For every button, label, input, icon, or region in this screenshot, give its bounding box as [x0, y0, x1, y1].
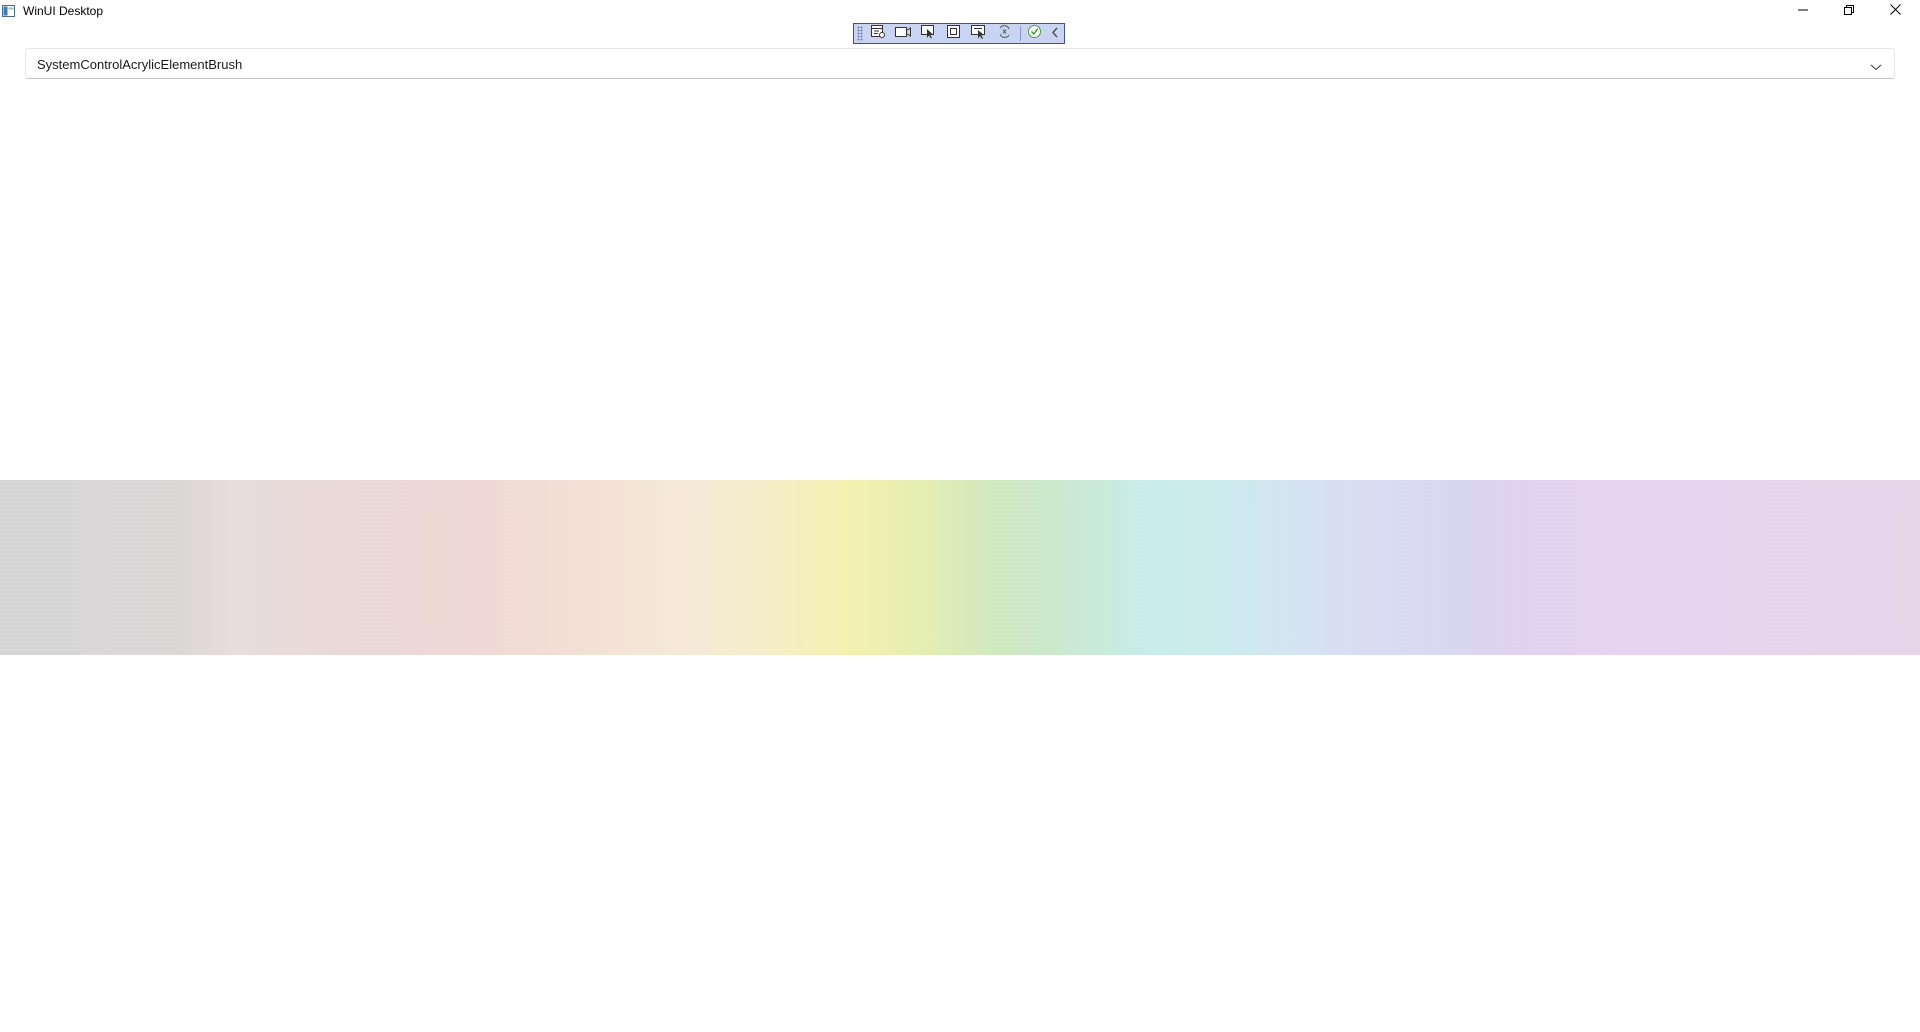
video-camera-icon	[894, 25, 912, 43]
track-focused-element-icon	[970, 24, 987, 44]
xaml-debug-toolbar	[853, 23, 1065, 44]
minimize-button[interactable]	[1780, 0, 1826, 22]
hot-reload-button[interactable]	[993, 24, 1016, 43]
check-accessibility-icon	[1027, 24, 1042, 44]
restore-icon	[1844, 2, 1854, 20]
title-bar[interactable]: WinUI Desktop	[0, 0, 1920, 22]
display-layout-adorners-button[interactable]	[942, 24, 965, 43]
combobox-selected-value: SystemControlAcrylicElementBrush	[37, 57, 243, 72]
collapse-chevron-icon	[1051, 25, 1059, 43]
acrylic-noise-texture	[0, 480, 1920, 655]
restore-button[interactable]	[1826, 0, 1872, 22]
toolbar-grip[interactable]	[857, 26, 863, 41]
close-icon	[1889, 2, 1901, 20]
track-focused-element-button[interactable]	[967, 24, 990, 43]
app-window-icon	[2, 4, 15, 17]
display-layout-adorners-icon	[946, 24, 961, 44]
chevron-down-icon	[1870, 59, 1882, 71]
select-element-icon	[920, 24, 936, 44]
close-button[interactable]	[1872, 0, 1918, 22]
go-to-live-visual-tree-button[interactable]	[866, 24, 889, 43]
check-accessibility-button[interactable]	[1023, 24, 1046, 43]
select-element-button[interactable]	[917, 24, 940, 43]
collapse-toolbar-button[interactable]	[1048, 24, 1062, 43]
go-to-live-visual-tree-icon	[870, 24, 886, 44]
record-button[interactable]	[891, 24, 914, 43]
toolbar-separator	[1020, 26, 1021, 41]
window-title: WinUI Desktop	[23, 4, 104, 18]
acrylic-brush-preview	[0, 480, 1920, 655]
minimize-icon	[1798, 2, 1808, 20]
hot-reload-icon	[997, 24, 1012, 44]
brush-selector-combobox[interactable]: SystemControlAcrylicElementBrush	[25, 48, 1895, 79]
app-window: WinUI Desktop SystemControlAcrylicElemen…	[0, 0, 1920, 1032]
